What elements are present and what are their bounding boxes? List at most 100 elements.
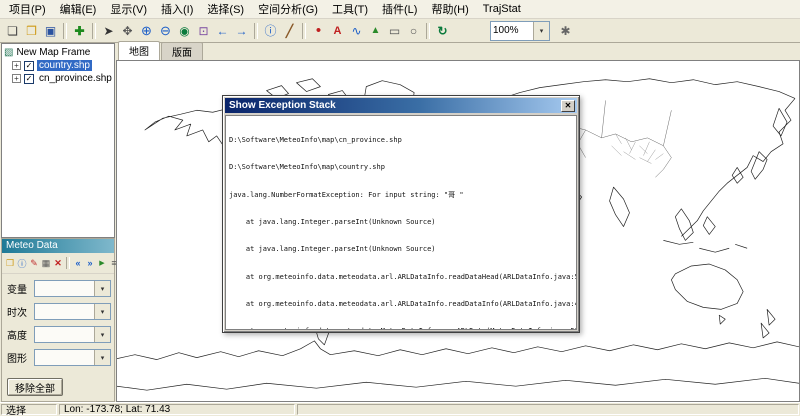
add-layer-icon[interactable]: ✚ (70, 21, 89, 40)
variable-label: 变量 (7, 281, 31, 296)
new-circle-icon[interactable]: ○ (404, 21, 423, 40)
settings-icon[interactable]: ✱ (556, 21, 575, 40)
data-info-icon[interactable]: ⓘ (16, 256, 28, 270)
status-coordinates: Lon: -173.78; Lat: 71.43 (59, 404, 295, 415)
tab-layout[interactable]: 版面 (161, 42, 203, 60)
meteo-data-toolbar: ❒ ⓘ ✎ ▦ ✕ « » ▶ ≡ (2, 253, 114, 274)
stack-line: at java.lang.Integer.parseInt(Unknown So… (229, 218, 573, 227)
layer-node-country[interactable]: + ✓ country.shp (2, 59, 114, 72)
exception-dialog-titlebar[interactable]: Show Exception Stack ✕ (225, 98, 577, 113)
draw-data-icon[interactable]: ✎ (28, 256, 40, 270)
time-label: 时次 (7, 304, 31, 319)
map-frame-node[interactable]: ▧ New Map Frame (2, 46, 114, 59)
variable-value (35, 281, 94, 296)
next-extent-icon[interactable]: → (232, 21, 251, 40)
layer-label[interactable]: country.shp (37, 60, 92, 71)
meteo-data-panel: Meteo Data ❒ ⓘ ✎ ▦ ✕ « » ▶ ≡ 变量 ▾ (1, 238, 115, 402)
graphic-field-row: 图形 ▾ (7, 349, 111, 366)
zoom-level-input[interactable] (491, 22, 533, 40)
map-frame-icon: ▧ (4, 47, 13, 58)
status-mode: 选择 (1, 404, 57, 415)
remove-data-icon[interactable]: ✕ (52, 256, 64, 270)
toolbar-separator (426, 23, 430, 39)
layer-label[interactable]: cn_province.shp (37, 73, 114, 84)
open-data-icon[interactable]: ❒ (4, 256, 16, 270)
menu-item-project[interactable]: 项目(P) (2, 0, 53, 19)
menu-bar: 项目(P) 编辑(E) 显示(V) 插入(I) 选择(S) 空间分析(G) 工具… (0, 0, 800, 19)
full-extent-icon[interactable]: ◉ (175, 21, 194, 40)
first-time-icon[interactable]: « (72, 256, 84, 270)
select-element-icon[interactable]: ➤ (99, 21, 118, 40)
layers-tree: ▧ New Map Frame + ✓ country.shp + ✓ cn_p… (1, 43, 115, 238)
zoom-to-layer-icon[interactable]: ⊡ (194, 21, 213, 40)
menu-item-selection[interactable]: 选择(S) (200, 0, 251, 19)
next-time-icon[interactable]: » (84, 256, 96, 270)
animate-icon[interactable]: ▶ (96, 256, 108, 270)
menu-item-tools[interactable]: 工具(T) (325, 0, 375, 19)
status-spacer (297, 404, 799, 415)
map-frame-label: New Map Frame (16, 47, 90, 58)
stack-line: at org.meteoinfo.data.meteodata.arl.ARLD… (229, 300, 573, 309)
toolbar-separator (302, 23, 306, 39)
time-combo[interactable]: ▾ (34, 303, 111, 320)
new-point-icon[interactable]: • (309, 21, 328, 40)
chevron-down-icon[interactable]: ▾ (94, 327, 110, 342)
zoom-level-combo[interactable]: ▾ (490, 21, 550, 41)
new-project-icon[interactable]: ❏ (3, 21, 22, 40)
new-polygon-icon[interactable]: ▲ (366, 21, 385, 40)
graphic-label: 图形 (7, 350, 31, 365)
menu-item-plugins[interactable]: 插件(L) (375, 0, 424, 19)
identify-icon[interactable]: ⓘ (261, 21, 280, 40)
new-polyline-icon[interactable]: ∿ (347, 21, 366, 40)
menu-item-spatial-analysis[interactable]: 空间分析(G) (251, 0, 325, 19)
chevron-down-icon[interactable]: ▾ (94, 304, 110, 319)
layer-checkbox[interactable]: ✓ (24, 74, 34, 84)
exception-dialog: Show Exception Stack ✕ D:\Software\Meteo… (222, 95, 580, 333)
toolbar-separator (254, 23, 258, 39)
chevron-down-icon[interactable]: ▾ (94, 281, 110, 296)
open-project-icon[interactable]: ❒ (22, 21, 41, 40)
level-combo[interactable]: ▾ (34, 326, 111, 343)
remove-all-button[interactable]: 移除全部 (7, 378, 63, 396)
new-rectangle-icon[interactable]: ▭ (385, 21, 404, 40)
graphic-combo[interactable]: ▾ (34, 349, 111, 366)
data-table-icon[interactable]: ▦ (40, 256, 52, 270)
stack-line: at org.meteoinfo.data.meteodata.MeteoDat… (229, 327, 573, 330)
left-panel: ▧ New Map Frame + ✓ country.shp + ✓ cn_p… (0, 43, 116, 402)
stack-line: at org.meteoinfo.data.meteodata.arl.ARLD… (229, 273, 573, 282)
level-field-row: 高度 ▾ (7, 326, 111, 343)
expand-icon[interactable]: + (12, 74, 21, 83)
exception-dialog-title: Show Exception Stack (229, 100, 561, 111)
meteo-data-title[interactable]: Meteo Data (2, 239, 114, 253)
menu-item-trajstat[interactable]: TrajStat (476, 1, 528, 17)
measure-icon[interactable]: ╱ (280, 21, 299, 40)
layer-checkbox[interactable]: ✓ (24, 61, 34, 71)
zoom-out-icon[interactable]: ⊖ (156, 21, 175, 40)
refresh-icon[interactable]: ↻ (433, 21, 452, 40)
toolbar-separator (63, 23, 67, 39)
prev-extent-icon[interactable]: ← (213, 21, 232, 40)
menu-item-help[interactable]: 帮助(H) (424, 0, 475, 19)
zoom-in-icon[interactable]: ⊕ (137, 21, 156, 40)
menu-item-edit[interactable]: 编辑(E) (53, 0, 104, 19)
tab-map[interactable]: 地图 (118, 41, 160, 60)
close-icon[interactable]: ✕ (561, 100, 575, 112)
level-value (35, 327, 94, 342)
level-label: 高度 (7, 327, 31, 342)
layer-node-cn-province[interactable]: + ✓ cn_province.shp (2, 72, 114, 85)
stack-line: at java.lang.Integer.parseInt(Unknown So… (229, 245, 573, 254)
view-tabs: 地图 版面 (116, 43, 800, 60)
menu-item-insert[interactable]: 插入(I) (154, 0, 200, 19)
graphic-value (35, 350, 94, 365)
variable-field-row: 变量 ▾ (7, 280, 111, 297)
new-label-icon[interactable]: A (328, 21, 347, 40)
toolbar-separator (66, 257, 70, 269)
save-project-icon[interactable]: ▣ (41, 21, 60, 40)
expand-icon[interactable]: + (12, 61, 21, 70)
chevron-down-icon[interactable]: ▾ (94, 350, 110, 365)
pan-icon[interactable]: ✥ (118, 21, 137, 40)
meteoinfo-window: 项目(P) 编辑(E) 显示(V) 插入(I) 选择(S) 空间分析(G) 工具… (0, 0, 800, 416)
variable-combo[interactable]: ▾ (34, 280, 111, 297)
chevron-down-icon[interactable]: ▾ (533, 22, 549, 40)
menu-item-view[interactable]: 显示(V) (103, 0, 154, 19)
